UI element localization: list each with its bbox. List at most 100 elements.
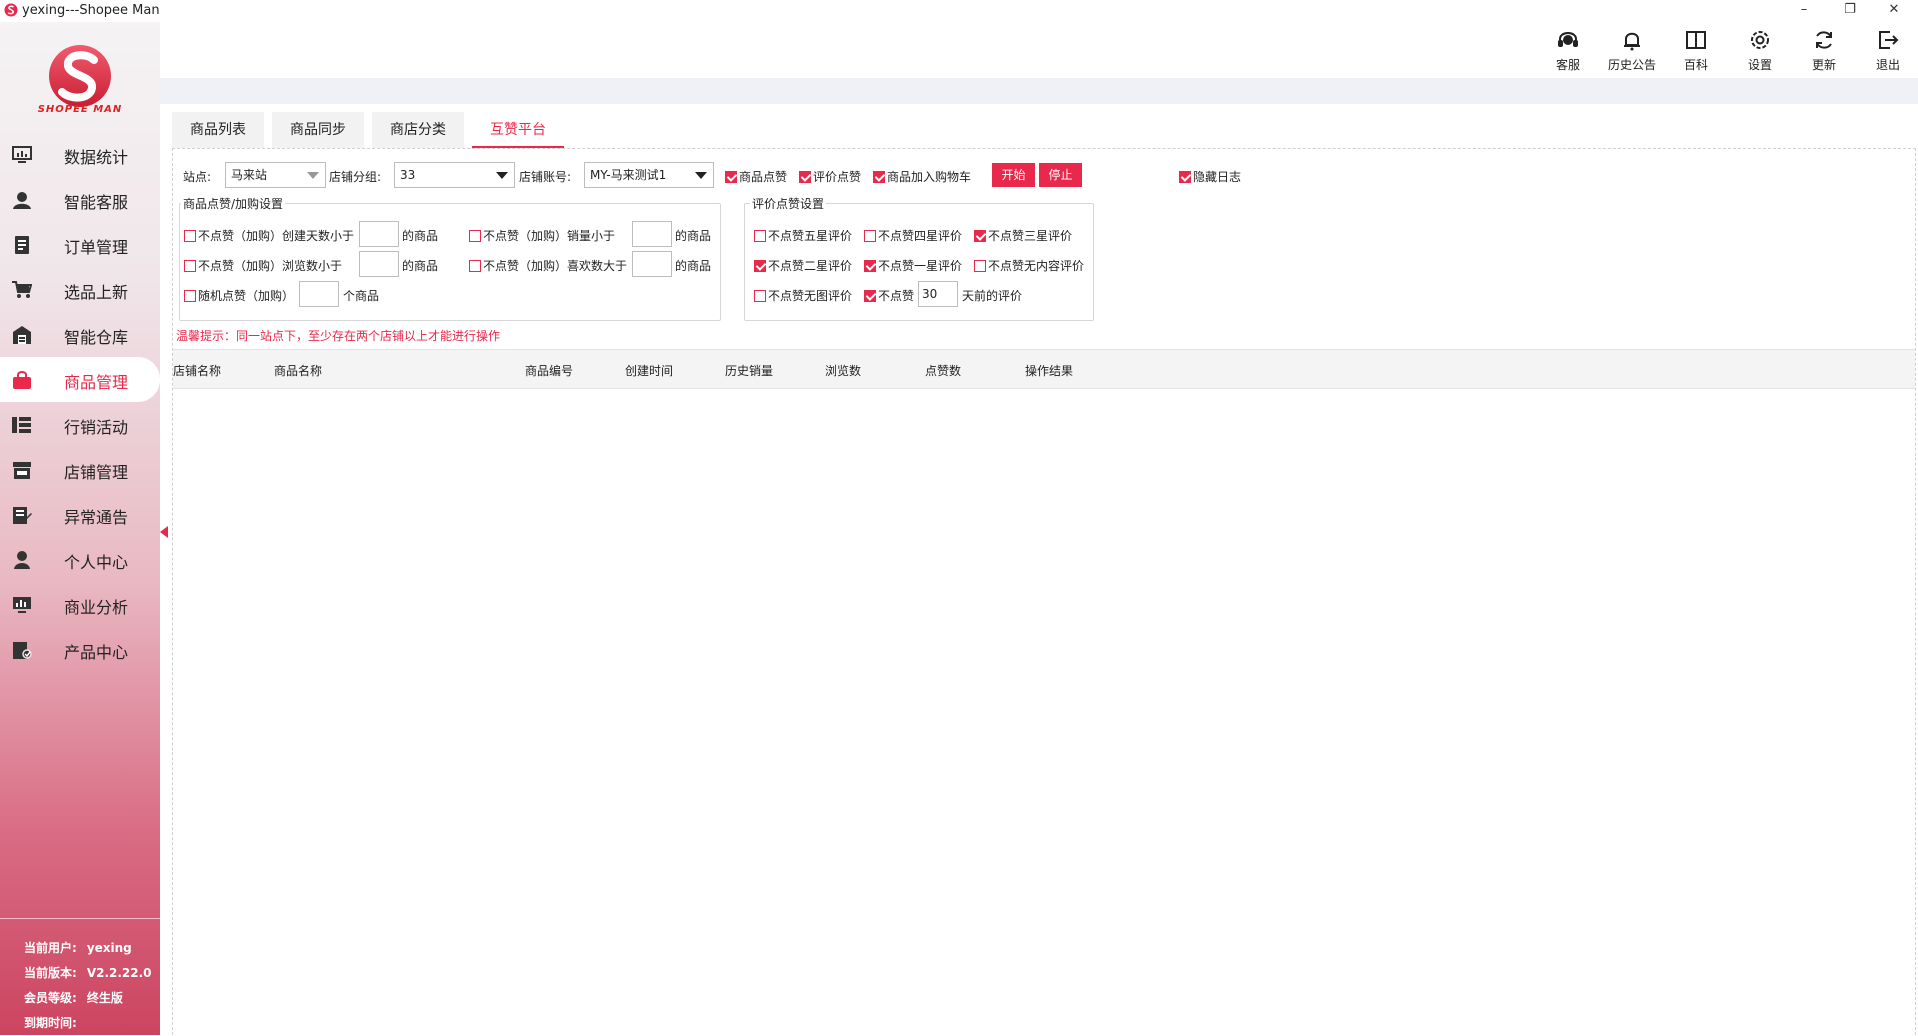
column-header-store-name[interactable]: 店铺名称 xyxy=(173,362,221,379)
toolbar-label: 历史公告 xyxy=(1607,58,1656,72)
tab-product-list[interactable]: 商品列表 xyxy=(172,112,264,148)
sidebar-item-personal-center[interactable]: 个人中心 xyxy=(0,537,160,582)
close-button[interactable]: ✕ xyxy=(1874,0,1914,22)
no-5star-checkbox[interactable]: 不点赞五星评价 xyxy=(754,227,852,244)
minimize-button[interactable]: – xyxy=(1784,0,1824,22)
no-1star-checkbox[interactable]: 不点赞一星评价 xyxy=(864,257,962,274)
settings-button[interactable]: 设置 xyxy=(1735,28,1785,73)
logout-button[interactable]: 退出 xyxy=(1863,28,1913,73)
sidebar-item-product-center[interactable]: 产品中心 xyxy=(0,627,160,672)
chart-monitor-icon xyxy=(12,146,32,163)
site-select[interactable]: 马来站 xyxy=(225,162,326,188)
random-like-label: 随机点赞（加购） xyxy=(198,289,295,303)
warehouse-icon xyxy=(13,326,31,344)
no-2star-label: 不点赞二星评价 xyxy=(768,259,853,273)
sidebar-item-label: 智能客服 xyxy=(64,193,129,212)
sidebar: SHOPEE MAN 数据统计 智能客服 订单管理 选品上新 智能仓库 商品管理 xyxy=(0,22,168,1036)
add-cart-checkbox[interactable]: 商品加入购物车 xyxy=(873,168,971,185)
version-label: 当前版本: xyxy=(24,966,77,980)
no-noimg-checkbox[interactable]: 不点赞无图评价 xyxy=(754,287,852,304)
min-views-suffix: 的商品 xyxy=(402,259,439,273)
sidebar-nav: 数据统计 智能客服 订单管理 选品上新 智能仓库 商品管理 行销活动 店铺管理 xyxy=(0,132,160,672)
no-3star-checkbox[interactable]: 不点赞三星评价 xyxy=(974,227,1072,244)
min-create-days-checkbox[interactable]: 不点赞（加购）创建天数小于 xyxy=(184,227,354,244)
store-group-select[interactable]: 33 xyxy=(394,162,515,188)
column-header-product-name[interactable]: 商品名称 xyxy=(274,362,322,379)
max-likes-label: 不点赞（加购）喜欢数大于 xyxy=(483,259,628,273)
column-header-product-id[interactable]: 商品编号 xyxy=(525,362,573,379)
encyclopedia-button[interactable]: 百科 xyxy=(1671,28,1721,73)
column-header-likes[interactable]: 点赞数 xyxy=(925,362,961,379)
member-level-label: 会员等级: xyxy=(24,991,77,1005)
no-old-days-checkbox[interactable]: 不点赞 xyxy=(864,287,914,304)
sidebar-item-product-select[interactable]: 选品上新 xyxy=(0,267,160,312)
max-likes-checkbox[interactable]: 不点赞（加购）喜欢数大于 xyxy=(469,257,627,274)
version-value: V2.2.22.0 xyxy=(86,966,152,980)
maximize-button[interactable]: ❐ xyxy=(1830,0,1870,22)
min-sales-checkbox[interactable]: 不点赞（加购）销量小于 xyxy=(469,227,615,244)
column-header-create-time[interactable]: 创建时间 xyxy=(625,362,673,379)
mutual-like-panel: 站点: 马来站 店铺分组: 33 店铺账号: MY-马来测试1 商品点赞 评价点… xyxy=(172,148,1916,1035)
book-icon xyxy=(1686,31,1706,49)
sidebar-item-notice[interactable]: 异常通告 xyxy=(0,492,160,537)
sidebar-item-smart-service[interactable]: 智能客服 xyxy=(0,177,160,222)
sidebar-item-store[interactable]: 店铺管理 xyxy=(0,447,160,492)
checkbox-unchecked-icon xyxy=(184,260,196,272)
column-header-views[interactable]: 浏览数 xyxy=(825,362,861,379)
warning-text: 温馨提示：同一站点下，至少存在两个店铺以上才能进行操作 xyxy=(176,329,501,343)
app-logo-icon xyxy=(4,3,18,17)
checkbox-checked-icon xyxy=(873,171,885,183)
customer-service-button[interactable]: 客服 xyxy=(1543,28,1593,73)
min-create-days-input[interactable] xyxy=(359,221,399,247)
stop-button[interactable]: 停止 xyxy=(1039,163,1082,187)
toolbar-label: 客服 xyxy=(1555,58,1580,72)
person-icon xyxy=(14,551,30,569)
sidebar-item-orders[interactable]: 订单管理 xyxy=(0,222,160,267)
user-info: 当前用户: yexing 当前版本: V2.2.22.0 会员等级: 终生版 到期时间… xyxy=(24,936,152,1036)
top-toolbar: 客服 历史公告 百科 设置 更新 退出 xyxy=(160,22,1918,78)
days-input[interactable]: 30 xyxy=(918,281,958,307)
sidebar-item-label: 订单管理 xyxy=(64,238,129,257)
sidebar-item-warehouse[interactable]: 智能仓库 xyxy=(0,312,160,357)
like-goods-label: 商品点赞 xyxy=(739,170,788,184)
results-table-header: 店铺名称 商品名称 商品编号 创建时间 历史销量 浏览数 点赞数 操作结果 xyxy=(173,349,1915,389)
sidebar-item-label: 选品上新 xyxy=(64,283,129,302)
tab-product-sync[interactable]: 商品同步 xyxy=(272,112,364,148)
sidebar-item-marketing[interactable]: 行销活动 xyxy=(0,402,160,447)
tab-mutual-like[interactable]: 互赞平台 xyxy=(472,112,564,148)
column-header-result[interactable]: 操作结果 xyxy=(1025,362,1073,379)
checkbox-checked-icon xyxy=(1179,171,1191,183)
sidebar-item-product-management[interactable]: 商品管理 xyxy=(0,357,160,402)
min-views-input[interactable] xyxy=(359,251,399,277)
days-suffix: 天前的评价 xyxy=(962,289,1023,303)
no-4star-checkbox[interactable]: 不点赞四星评价 xyxy=(864,227,962,244)
sidebar-item-data-stats[interactable]: 数据统计 xyxy=(0,132,160,177)
history-notice-button[interactable]: 历史公告 xyxy=(1607,28,1657,73)
no-2star-checkbox[interactable]: 不点赞二星评价 xyxy=(754,257,852,274)
chevron-down-icon xyxy=(307,172,319,179)
toolbar-label: 设置 xyxy=(1747,58,1772,72)
max-likes-input[interactable] xyxy=(632,251,672,277)
collapse-sidebar-arrow-icon[interactable] xyxy=(160,526,168,538)
store-account-select[interactable]: MY-马来测试1 xyxy=(584,162,714,188)
hide-log-checkbox[interactable]: 隐藏日志 xyxy=(1179,168,1241,185)
random-like-count-input[interactable] xyxy=(299,281,339,307)
start-button[interactable]: 开始 xyxy=(992,163,1035,187)
checkbox-unchecked-icon xyxy=(184,290,196,302)
tab-store-category[interactable]: 商店分类 xyxy=(372,112,464,148)
min-sales-input[interactable] xyxy=(632,221,672,247)
store-icon xyxy=(13,462,31,479)
sidebar-item-business-analysis[interactable]: 商业分析 xyxy=(0,582,160,627)
window-title: yexing---Shopee Man xyxy=(22,3,160,18)
column-header-history-sales[interactable]: 历史销量 xyxy=(725,362,773,379)
min-views-checkbox[interactable]: 不点赞（加购）浏览数小于 xyxy=(184,257,342,274)
checkbox-checked-icon xyxy=(864,260,876,272)
bell-icon xyxy=(1624,32,1640,51)
no-empty-checkbox[interactable]: 不点赞无内容评价 xyxy=(974,257,1084,274)
update-button[interactable]: 更新 xyxy=(1799,28,1849,73)
like-review-checkbox[interactable]: 评价点赞 xyxy=(799,168,861,185)
like-goods-checkbox[interactable]: 商品点赞 xyxy=(725,168,787,185)
random-like-checkbox[interactable]: 随机点赞（加购） xyxy=(184,287,294,304)
goods-settings-title: 商品点赞/加购设置 xyxy=(181,195,286,212)
checkbox-unchecked-icon xyxy=(754,290,766,302)
